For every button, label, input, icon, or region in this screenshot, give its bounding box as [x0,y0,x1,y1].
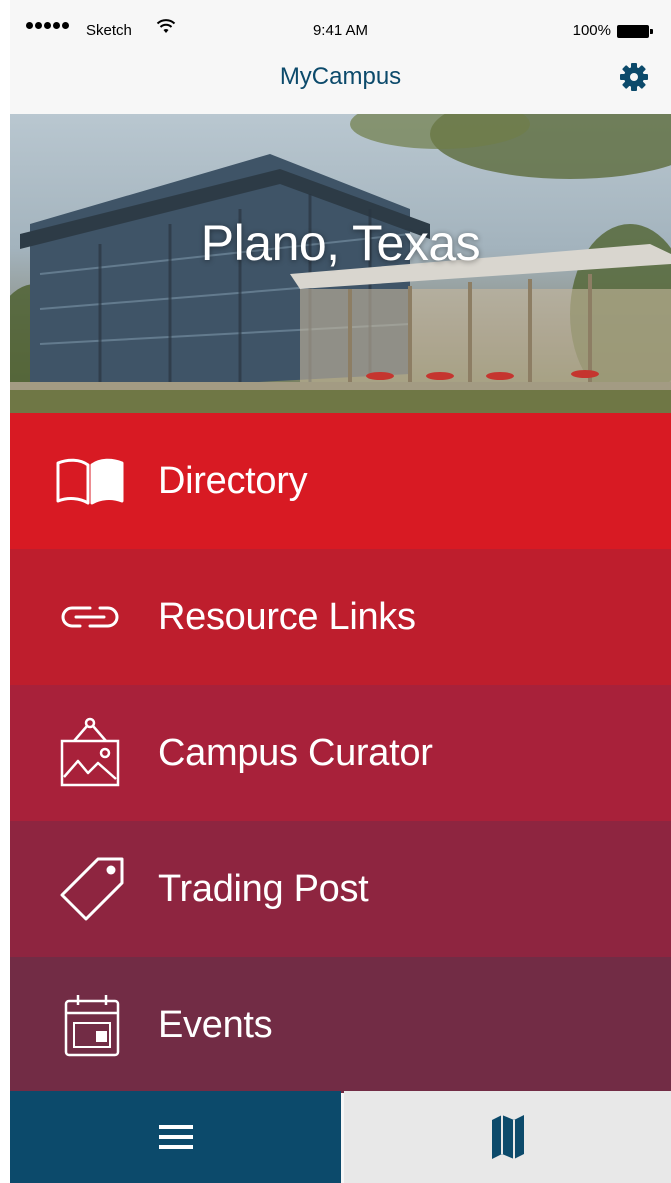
battery-percentage: 100% [572,22,611,39]
campus-hero-image: Plano, Texas [10,114,671,413]
menu-item-label: Directory [158,460,308,502]
app-title: MyCampus [279,63,402,90]
menu-item-label: Resource Links [158,596,416,638]
tab-map[interactable] [344,1091,671,1183]
link-icon [61,606,119,628]
picture-frame-icon [60,717,120,787]
book-icon [56,458,124,505]
main-menu: Directory Resource Links Campus Curator [10,413,671,1093]
tab-menu[interactable] [10,1091,341,1183]
calendar-icon [64,995,120,1057]
menu-icon [158,1125,193,1149]
menu-item-events[interactable]: Events [10,957,671,1093]
menu-item-trading-post[interactable]: Trading Post [10,821,671,957]
menu-item-label: Trading Post [158,868,369,910]
tab-bar [10,1091,671,1183]
phone-screen: Sketch 9:41 AM 100% MyCampus Plano, Texa… [10,0,671,1183]
menu-item-directory[interactable]: Directory [10,413,671,549]
gear-icon [620,63,648,91]
battery-icon [617,25,653,38]
settings-button[interactable] [619,62,649,92]
menu-item-campus-curator[interactable]: Campus Curator [10,685,671,821]
navigation-bar: MyCampus [10,40,671,114]
tag-icon [60,857,124,921]
menu-item-label: Events [158,1004,273,1046]
menu-item-resource-links[interactable]: Resource Links [10,549,671,685]
status-bar: Sketch 9:41 AM 100% [10,0,671,40]
map-icon [491,1115,524,1159]
menu-item-label: Campus Curator [158,732,433,774]
campus-location-title: Plano, Texas [200,215,481,271]
